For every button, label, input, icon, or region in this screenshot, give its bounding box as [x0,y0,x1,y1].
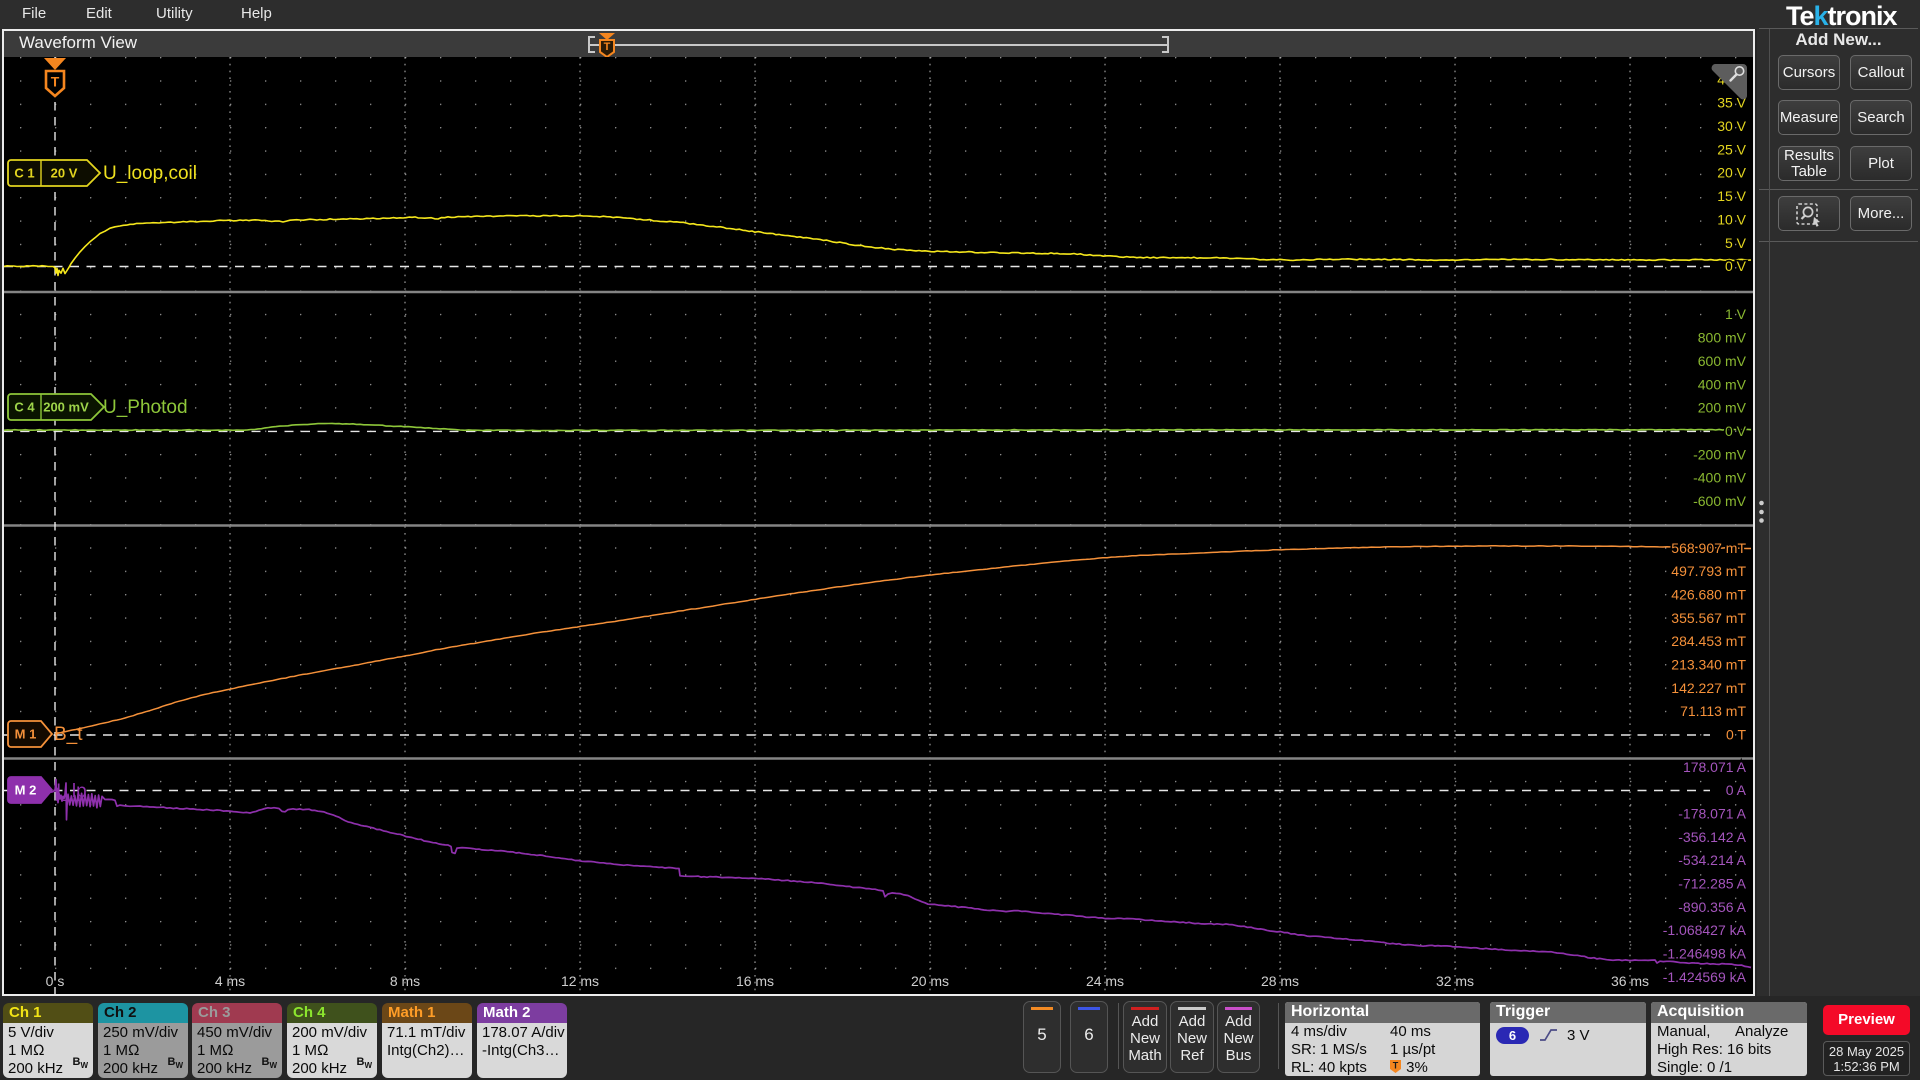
svg-text:-356.142 A: -356.142 A [1678,829,1746,845]
svg-text:800 mV: 800 mV [1698,330,1747,346]
svg-text:20 ms: 20 ms [911,973,949,989]
svg-text:25 V: 25 V [1717,141,1746,157]
svg-text:142.227 mT: 142.227 mT [1671,680,1746,696]
svg-text:-200 mV: -200 mV [1693,446,1747,462]
svg-text:12 ms: 12 ms [561,973,599,989]
svg-text:0 V: 0 V [1725,423,1747,439]
svg-text:355.567 mT: 355.567 mT [1671,610,1746,626]
svg-text:T: T [1393,1061,1399,1071]
svg-text:20 V: 20 V [1717,165,1746,181]
svg-text:600 mV: 600 mV [1698,353,1747,369]
svg-text:32 ms: 32 ms [1436,973,1474,989]
svg-text:I_lp: I_lp [56,781,87,802]
svg-text:T: T [604,41,611,53]
svg-text:24 ms: 24 ms [1086,973,1124,989]
svg-text:8 ms: 8 ms [390,973,420,989]
svg-text:C 4: C 4 [14,400,35,415]
svg-text:15 V: 15 V [1717,188,1746,204]
svg-text:36 ms: 36 ms [1611,973,1649,989]
svg-text:20 V: 20 V [51,166,78,181]
svg-text:0 A: 0 A [1726,782,1747,798]
svg-text:16 ms: 16 ms [736,973,774,989]
svg-text:71.113 mT: 71.113 mT [1680,703,1746,719]
svg-text:1 V: 1 V [1725,306,1747,322]
svg-text:200 mV: 200 mV [43,400,89,415]
svg-text:B_t: B_t [54,724,83,745]
svg-text:-1.246498 kA: -1.246498 kA [1663,946,1747,962]
svg-text:U_Photod: U_Photod [103,397,188,418]
svg-text:497.793 mT: 497.793 mT [1671,563,1746,579]
svg-text:10 V: 10 V [1717,211,1746,227]
svg-text:0 V: 0 V [1725,258,1747,274]
svg-text:5 V: 5 V [1725,235,1747,251]
svg-text:568.907 mT: 568.907 mT [1671,540,1746,556]
svg-text:213.340 mT: 213.340 mT [1671,657,1746,673]
svg-text:0 s: 0 s [46,973,65,989]
svg-text:T: T [51,74,60,90]
svg-text:284.453 mT: 284.453 mT [1671,633,1746,649]
svg-text:-534.214 A: -534.214 A [1678,852,1746,868]
svg-text:4 ms: 4 ms [215,973,245,989]
svg-text:0 T: 0 T [1726,727,1746,743]
svg-text:-1.068427 kA: -1.068427 kA [1663,922,1747,938]
svg-text:-1.424569 kA: -1.424569 kA [1663,969,1747,985]
svg-text:400 mV: 400 mV [1698,376,1747,392]
svg-text:M 2: M 2 [15,783,37,798]
svg-text:426.680 mT: 426.680 mT [1671,587,1746,603]
svg-text:-178.071 A: -178.071 A [1678,806,1746,822]
svg-text:C 1: C 1 [14,166,34,181]
svg-text:-400 mV: -400 mV [1693,470,1747,486]
svg-text:U_loop,coil: U_loop,coil [103,163,197,184]
svg-text:-712.285 A: -712.285 A [1678,876,1746,892]
svg-text:178.071 A: 178.071 A [1683,759,1747,775]
svg-text:-890.356 A: -890.356 A [1678,899,1746,915]
svg-text:30 V: 30 V [1717,118,1746,134]
svg-text:M 1: M 1 [15,727,37,742]
svg-text:28 ms: 28 ms [1261,973,1299,989]
svg-text:200 mV: 200 mV [1698,400,1747,416]
svg-text:-600 mV: -600 mV [1693,493,1747,509]
